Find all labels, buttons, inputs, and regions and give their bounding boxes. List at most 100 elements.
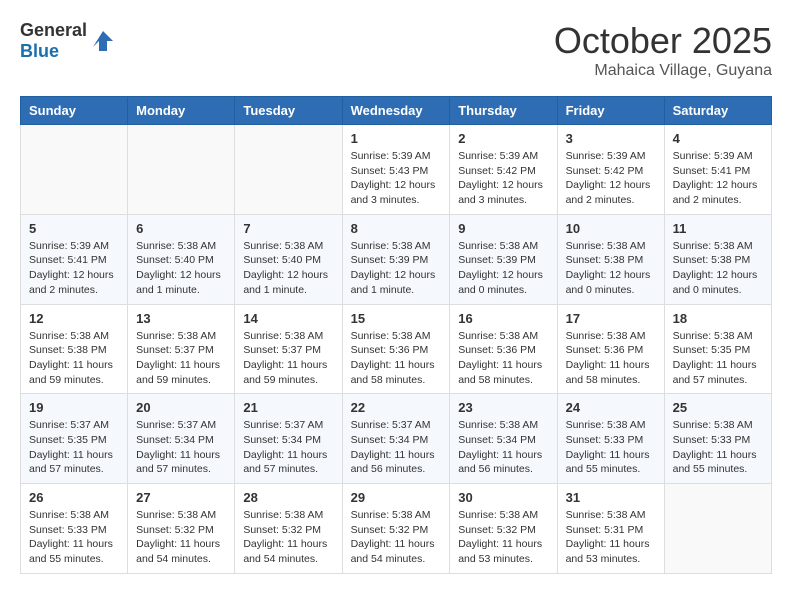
calendar-cell: 21 Sunrise: 5:37 AM Sunset: 5:34 PM Dayli…: [235, 394, 342, 484]
calendar-cell: 9 Sunrise: 5:38 AM Sunset: 5:39 PM Daylig…: [450, 214, 557, 304]
day-info: Sunrise: 5:38 AM Sunset: 5:37 PM Dayligh…: [136, 329, 226, 388]
day-number: 20: [136, 400, 226, 415]
calendar-cell: [235, 125, 342, 215]
day-info: Sunrise: 5:38 AM Sunset: 5:32 PM Dayligh…: [243, 508, 333, 567]
day-info: Sunrise: 5:38 AM Sunset: 5:38 PM Dayligh…: [566, 239, 656, 298]
calendar-cell: 30 Sunrise: 5:38 AM Sunset: 5:32 PM Dayli…: [450, 484, 557, 574]
day-info: Sunrise: 5:39 AM Sunset: 5:41 PM Dayligh…: [29, 239, 119, 298]
day-number: 11: [673, 221, 763, 236]
calendar-cell: 2 Sunrise: 5:39 AM Sunset: 5:42 PM Daylig…: [450, 125, 557, 215]
calendar-week-1: 1Sunrise: 5:39 AM Sunset: 5:43 PM Daylig…: [21, 125, 772, 215]
day-info: Sunrise: 5:37 AM Sunset: 5:34 PM Dayligh…: [243, 418, 333, 477]
calendar-cell: 3 Sunrise: 5:39 AM Sunset: 5:42 PM Daylig…: [557, 125, 664, 215]
calendar-cell: 6 Sunrise: 5:38 AM Sunset: 5:40 PM Daylig…: [128, 214, 235, 304]
day-number: 3: [566, 131, 656, 146]
day-info: Sunrise: 5:38 AM Sunset: 5:40 PM Dayligh…: [136, 239, 226, 298]
location-title: Mahaica Village, Guyana: [554, 62, 772, 80]
month-title: October 2025: [554, 20, 772, 62]
day-info: Sunrise: 5:38 AM Sunset: 5:32 PM Dayligh…: [458, 508, 548, 567]
day-number: 9: [458, 221, 548, 236]
calendar-cell: 11 Sunrise: 5:38 AM Sunset: 5:38 PM Dayli…: [664, 214, 771, 304]
calendar-week-2: 5 Sunrise: 5:39 AM Sunset: 5:41 PM Daylig…: [21, 214, 772, 304]
logo: General Blue: [20, 20, 117, 62]
day-number: 2: [458, 131, 548, 146]
day-info: Sunrise: 5:38 AM Sunset: 5:40 PM Dayligh…: [243, 239, 333, 298]
calendar-cell: 13 Sunrise: 5:38 AM Sunset: 5:37 PM Dayli…: [128, 304, 235, 394]
calendar-cell: 8 Sunrise: 5:38 AM Sunset: 5:39 PM Daylig…: [342, 214, 450, 304]
logo-blue: Blue: [20, 41, 59, 61]
day-info: Sunrise: 5:38 AM Sunset: 5:36 PM Dayligh…: [351, 329, 442, 388]
calendar-cell: 10Sunrise: 5:38 AM Sunset: 5:38 PM Dayli…: [557, 214, 664, 304]
title-block: October 2025 Mahaica Village, Guyana: [554, 20, 772, 80]
day-info: Sunrise: 5:38 AM Sunset: 5:32 PM Dayligh…: [351, 508, 442, 567]
day-number: 4: [673, 131, 763, 146]
calendar-week-5: 26 Sunrise: 5:38 AM Sunset: 5:33 PM Dayli…: [21, 484, 772, 574]
weekday-header-wednesday: Wednesday: [342, 97, 450, 125]
logo-text: General Blue: [20, 20, 87, 62]
day-number: 13: [136, 311, 226, 326]
calendar-cell: 31 Sunrise: 5:38 AM Sunset: 5:31 PM Dayli…: [557, 484, 664, 574]
day-number: 14: [243, 311, 333, 326]
calendar-week-3: 12Sunrise: 5:38 AM Sunset: 5:38 PM Dayli…: [21, 304, 772, 394]
calendar-cell: 19 Sunrise: 5:37 AM Sunset: 5:35 PM Dayli…: [21, 394, 128, 484]
day-number: 5: [29, 221, 119, 236]
calendar-cell: 12Sunrise: 5:38 AM Sunset: 5:38 PM Dayli…: [21, 304, 128, 394]
calendar-cell: 16 Sunrise: 5:38 AM Sunset: 5:36 PM Dayli…: [450, 304, 557, 394]
day-number: 18: [673, 311, 763, 326]
day-info: Sunrise: 5:38 AM Sunset: 5:33 PM Dayligh…: [673, 418, 763, 477]
calendar-cell: 1Sunrise: 5:39 AM Sunset: 5:43 PM Daylig…: [342, 125, 450, 215]
day-info: Sunrise: 5:38 AM Sunset: 5:37 PM Dayligh…: [243, 329, 333, 388]
calendar-cell: 4 Sunrise: 5:39 AM Sunset: 5:41 PM Daylig…: [664, 125, 771, 215]
weekday-header-row: SundayMondayTuesdayWednesdayThursdayFrid…: [21, 97, 772, 125]
day-number: 8: [351, 221, 442, 236]
day-info: Sunrise: 5:38 AM Sunset: 5:38 PM Dayligh…: [673, 239, 763, 298]
calendar-cell: 26 Sunrise: 5:38 AM Sunset: 5:33 PM Dayli…: [21, 484, 128, 574]
day-info: Sunrise: 5:39 AM Sunset: 5:42 PM Dayligh…: [458, 149, 548, 208]
calendar-cell: 25 Sunrise: 5:38 AM Sunset: 5:33 PM Dayli…: [664, 394, 771, 484]
calendar-cell: 20 Sunrise: 5:37 AM Sunset: 5:34 PM Dayli…: [128, 394, 235, 484]
day-number: 31: [566, 490, 656, 505]
calendar-cell: 27Sunrise: 5:38 AM Sunset: 5:32 PM Dayli…: [128, 484, 235, 574]
calendar-cell: [664, 484, 771, 574]
day-number: 16: [458, 311, 548, 326]
day-number: 19: [29, 400, 119, 415]
day-info: Sunrise: 5:37 AM Sunset: 5:34 PM Dayligh…: [136, 418, 226, 477]
day-number: 21: [243, 400, 333, 415]
day-info: Sunrise: 5:38 AM Sunset: 5:31 PM Dayligh…: [566, 508, 656, 567]
day-number: 30: [458, 490, 548, 505]
weekday-header-sunday: Sunday: [21, 97, 128, 125]
day-info: Sunrise: 5:37 AM Sunset: 5:34 PM Dayligh…: [351, 418, 442, 477]
calendar-table: SundayMondayTuesdayWednesdayThursdayFrid…: [20, 96, 772, 574]
calendar-cell: 24Sunrise: 5:38 AM Sunset: 5:33 PM Dayli…: [557, 394, 664, 484]
day-info: Sunrise: 5:38 AM Sunset: 5:33 PM Dayligh…: [29, 508, 119, 567]
logo-general: General: [20, 20, 87, 40]
calendar-cell: [21, 125, 128, 215]
calendar-cell: 5 Sunrise: 5:39 AM Sunset: 5:41 PM Daylig…: [21, 214, 128, 304]
day-info: Sunrise: 5:38 AM Sunset: 5:39 PM Dayligh…: [458, 239, 548, 298]
calendar-cell: [128, 125, 235, 215]
day-number: 6: [136, 221, 226, 236]
day-info: Sunrise: 5:39 AM Sunset: 5:42 PM Dayligh…: [566, 149, 656, 208]
day-info: Sunrise: 5:38 AM Sunset: 5:34 PM Dayligh…: [458, 418, 548, 477]
calendar-week-4: 19 Sunrise: 5:37 AM Sunset: 5:35 PM Dayli…: [21, 394, 772, 484]
calendar-cell: 22Sunrise: 5:37 AM Sunset: 5:34 PM Dayli…: [342, 394, 450, 484]
day-info: Sunrise: 5:37 AM Sunset: 5:35 PM Dayligh…: [29, 418, 119, 477]
day-info: Sunrise: 5:39 AM Sunset: 5:41 PM Dayligh…: [673, 149, 763, 208]
calendar-cell: 28Sunrise: 5:38 AM Sunset: 5:32 PM Dayli…: [235, 484, 342, 574]
calendar-cell: 14 Sunrise: 5:38 AM Sunset: 5:37 PM Dayli…: [235, 304, 342, 394]
day-number: 26: [29, 490, 119, 505]
logo-icon: [89, 27, 117, 55]
day-number: 1: [351, 131, 442, 146]
day-info: Sunrise: 5:38 AM Sunset: 5:35 PM Dayligh…: [673, 329, 763, 388]
day-info: Sunrise: 5:38 AM Sunset: 5:33 PM Dayligh…: [566, 418, 656, 477]
day-number: 25: [673, 400, 763, 415]
day-info: Sunrise: 5:38 AM Sunset: 5:36 PM Dayligh…: [566, 329, 656, 388]
day-info: Sunrise: 5:38 AM Sunset: 5:36 PM Dayligh…: [458, 329, 548, 388]
day-number: 29: [351, 490, 442, 505]
day-info: Sunrise: 5:38 AM Sunset: 5:32 PM Dayligh…: [136, 508, 226, 567]
day-number: 15: [351, 311, 442, 326]
weekday-header-thursday: Thursday: [450, 97, 557, 125]
day-info: Sunrise: 5:38 AM Sunset: 5:38 PM Dayligh…: [29, 329, 119, 388]
day-info: Sunrise: 5:38 AM Sunset: 5:39 PM Dayligh…: [351, 239, 442, 298]
calendar-cell: 29 Sunrise: 5:38 AM Sunset: 5:32 PM Dayli…: [342, 484, 450, 574]
